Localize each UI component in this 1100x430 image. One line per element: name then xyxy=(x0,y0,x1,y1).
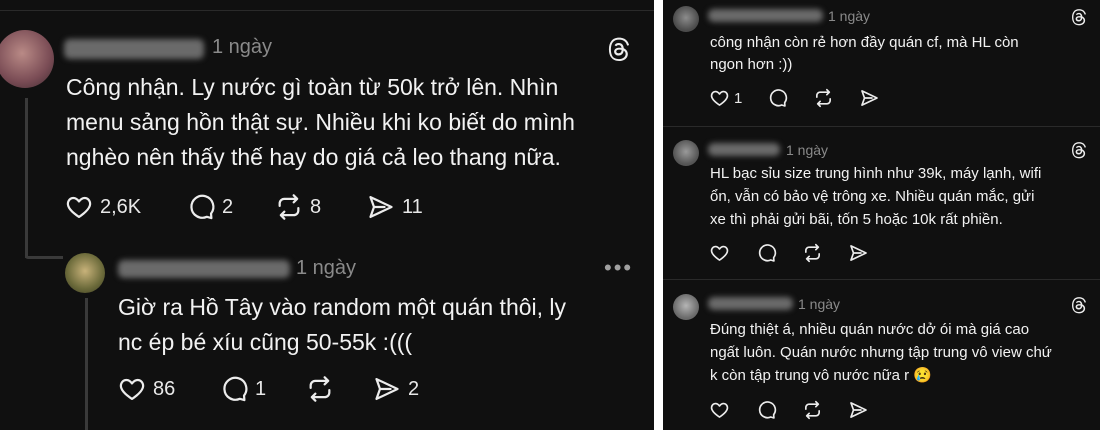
share-count: 11 xyxy=(402,195,423,218)
heart-icon xyxy=(66,196,92,219)
like-button[interactable] xyxy=(709,400,730,420)
repost-icon xyxy=(309,376,331,402)
avatar[interactable] xyxy=(673,6,699,32)
reply-count: 1 xyxy=(255,377,267,400)
repost-button[interactable] xyxy=(813,88,834,108)
repost-button[interactable] xyxy=(802,243,823,263)
comment-text: công nhận còn rẻ hơn đầy quán cf, mà HL … xyxy=(710,32,1019,76)
blurred-username[interactable] xyxy=(708,143,780,156)
comment-divider xyxy=(663,279,1100,280)
share-icon xyxy=(861,90,878,106)
like-count: 1 xyxy=(734,89,743,107)
reply-reply-button[interactable]: 1 xyxy=(219,375,266,403)
repost-count: 8 xyxy=(310,195,322,218)
reply-text-line: nc ép bé xíu cũng 50-55k :((( xyxy=(118,329,413,355)
comment-text-line: k còn tập trung vô nước nữa r 😢 xyxy=(710,367,933,384)
heart-icon xyxy=(119,378,145,401)
share-count: 2 xyxy=(408,377,420,400)
comment-text: HL bạc sỉu size trung hình như 39k, máy … xyxy=(710,162,1041,231)
threads-logo-icon[interactable] xyxy=(1070,141,1088,159)
like-button[interactable]: 1 xyxy=(709,88,742,108)
avatar[interactable] xyxy=(673,294,699,320)
thread-connector xyxy=(25,256,63,259)
comment-text-line: ngon hơn :)) xyxy=(710,56,793,73)
reply-icon xyxy=(769,89,788,107)
reply-text-line: Giờ ra Hồ Tây vào random một quán thôi, … xyxy=(118,294,567,320)
thread-line xyxy=(25,98,28,258)
reply-time: 1 ngày xyxy=(296,257,357,279)
comment-text-line: công nhận còn rẻ hơn đầy quán cf, mà HL … xyxy=(710,34,1019,51)
reply-like-button[interactable]: 86 xyxy=(117,375,175,403)
like-button[interactable]: 2,6K xyxy=(64,193,141,221)
heart-icon xyxy=(710,245,729,261)
reply-count: 2 xyxy=(222,195,234,218)
left-thread-panel: 1 ngày Công nhận. Ly nước gì toàn từ 50k… xyxy=(0,0,654,430)
repost-button[interactable]: 8 xyxy=(274,193,321,221)
reply-share-button[interactable]: 2 xyxy=(372,375,419,403)
comment-text-line: HL bạc sỉu size trung hình như 39k, máy … xyxy=(710,165,1042,182)
repost-icon xyxy=(805,243,820,263)
repost-button[interactable] xyxy=(802,400,823,420)
reply-button[interactable] xyxy=(756,243,777,263)
repost-icon xyxy=(816,88,831,108)
comment-text-line: Đúng thiệt á, nhiều quán nước dở ói mà g… xyxy=(710,321,1030,338)
share-icon xyxy=(850,245,867,261)
like-button[interactable] xyxy=(709,243,730,263)
share-icon xyxy=(375,377,399,401)
share-button[interactable]: 11 xyxy=(366,193,423,221)
reply-button[interactable] xyxy=(767,88,788,108)
like-count: 86 xyxy=(153,377,176,400)
post-time: 1 ngày xyxy=(212,36,273,58)
post-text-line: Công nhận. Ly nước gì toàn từ 50k trở lê… xyxy=(66,74,559,100)
comment-text: Đúng thiệt á, nhiều quán nước dở ói mà g… xyxy=(710,318,1052,387)
share-icon xyxy=(850,402,867,418)
comment-text-line: xe thì phải gửi bãi, tốn 5 hoặc 10k rất … xyxy=(710,211,1003,228)
reply-repost-button[interactable] xyxy=(305,375,335,403)
blurred-username[interactable] xyxy=(118,260,290,278)
reply-thread-line xyxy=(85,298,88,430)
like-count: 2,6K xyxy=(100,195,142,218)
reply-button[interactable] xyxy=(756,400,777,420)
comment-divider xyxy=(663,126,1100,127)
threads-logo-icon[interactable] xyxy=(606,36,632,62)
threads-logo-icon[interactable] xyxy=(1070,296,1088,314)
avatar[interactable] xyxy=(0,30,54,88)
avatar[interactable] xyxy=(673,140,699,166)
share-icon xyxy=(369,195,393,219)
threads-logo-icon[interactable] xyxy=(1070,8,1088,26)
reply-icon xyxy=(223,376,248,402)
share-button[interactable] xyxy=(848,243,869,263)
reply-icon xyxy=(758,244,777,262)
repost-icon xyxy=(805,400,820,420)
top-divider xyxy=(0,10,654,11)
heart-icon xyxy=(710,90,729,106)
reply-text: Giờ ra Hồ Tây vào random một quán thôi, … xyxy=(118,290,566,360)
reply-avatar[interactable] xyxy=(65,253,105,293)
comment-text-line: ổn, vẫn có bảo vệ trông xe. Nhiều quán m… xyxy=(710,188,1035,205)
heart-icon xyxy=(710,402,729,418)
more-icon[interactable]: ••• xyxy=(604,257,633,279)
comment-time: 1 ngày xyxy=(798,296,841,312)
blurred-username[interactable] xyxy=(708,297,793,310)
reply-icon xyxy=(190,194,215,220)
share-button[interactable] xyxy=(848,400,869,420)
blurred-username[interactable] xyxy=(64,39,204,59)
share-button[interactable] xyxy=(859,88,880,108)
blurred-username[interactable] xyxy=(708,9,823,22)
reply-icon xyxy=(758,401,777,419)
repost-icon xyxy=(278,194,300,220)
comment-time: 1 ngày xyxy=(828,8,871,24)
comment-text-line: ngất luôn. Quán nước nhưng tập trung vô … xyxy=(710,344,1052,361)
right-comments-panel: 1 ngày công nhận còn rẻ hơn đầy quán cf,… xyxy=(663,0,1100,430)
reply-button[interactable]: 2 xyxy=(186,193,233,221)
post-text: Công nhận. Ly nước gì toàn từ 50k trở lê… xyxy=(66,70,575,175)
post-text-line: menu sảng hồn thật sự. Nhiều khi ko biết… xyxy=(66,109,575,135)
comment-time: 1 ngày xyxy=(786,142,829,158)
post-text-line: nghèo nên thấy thế hay do giá cả leo tha… xyxy=(66,144,561,170)
